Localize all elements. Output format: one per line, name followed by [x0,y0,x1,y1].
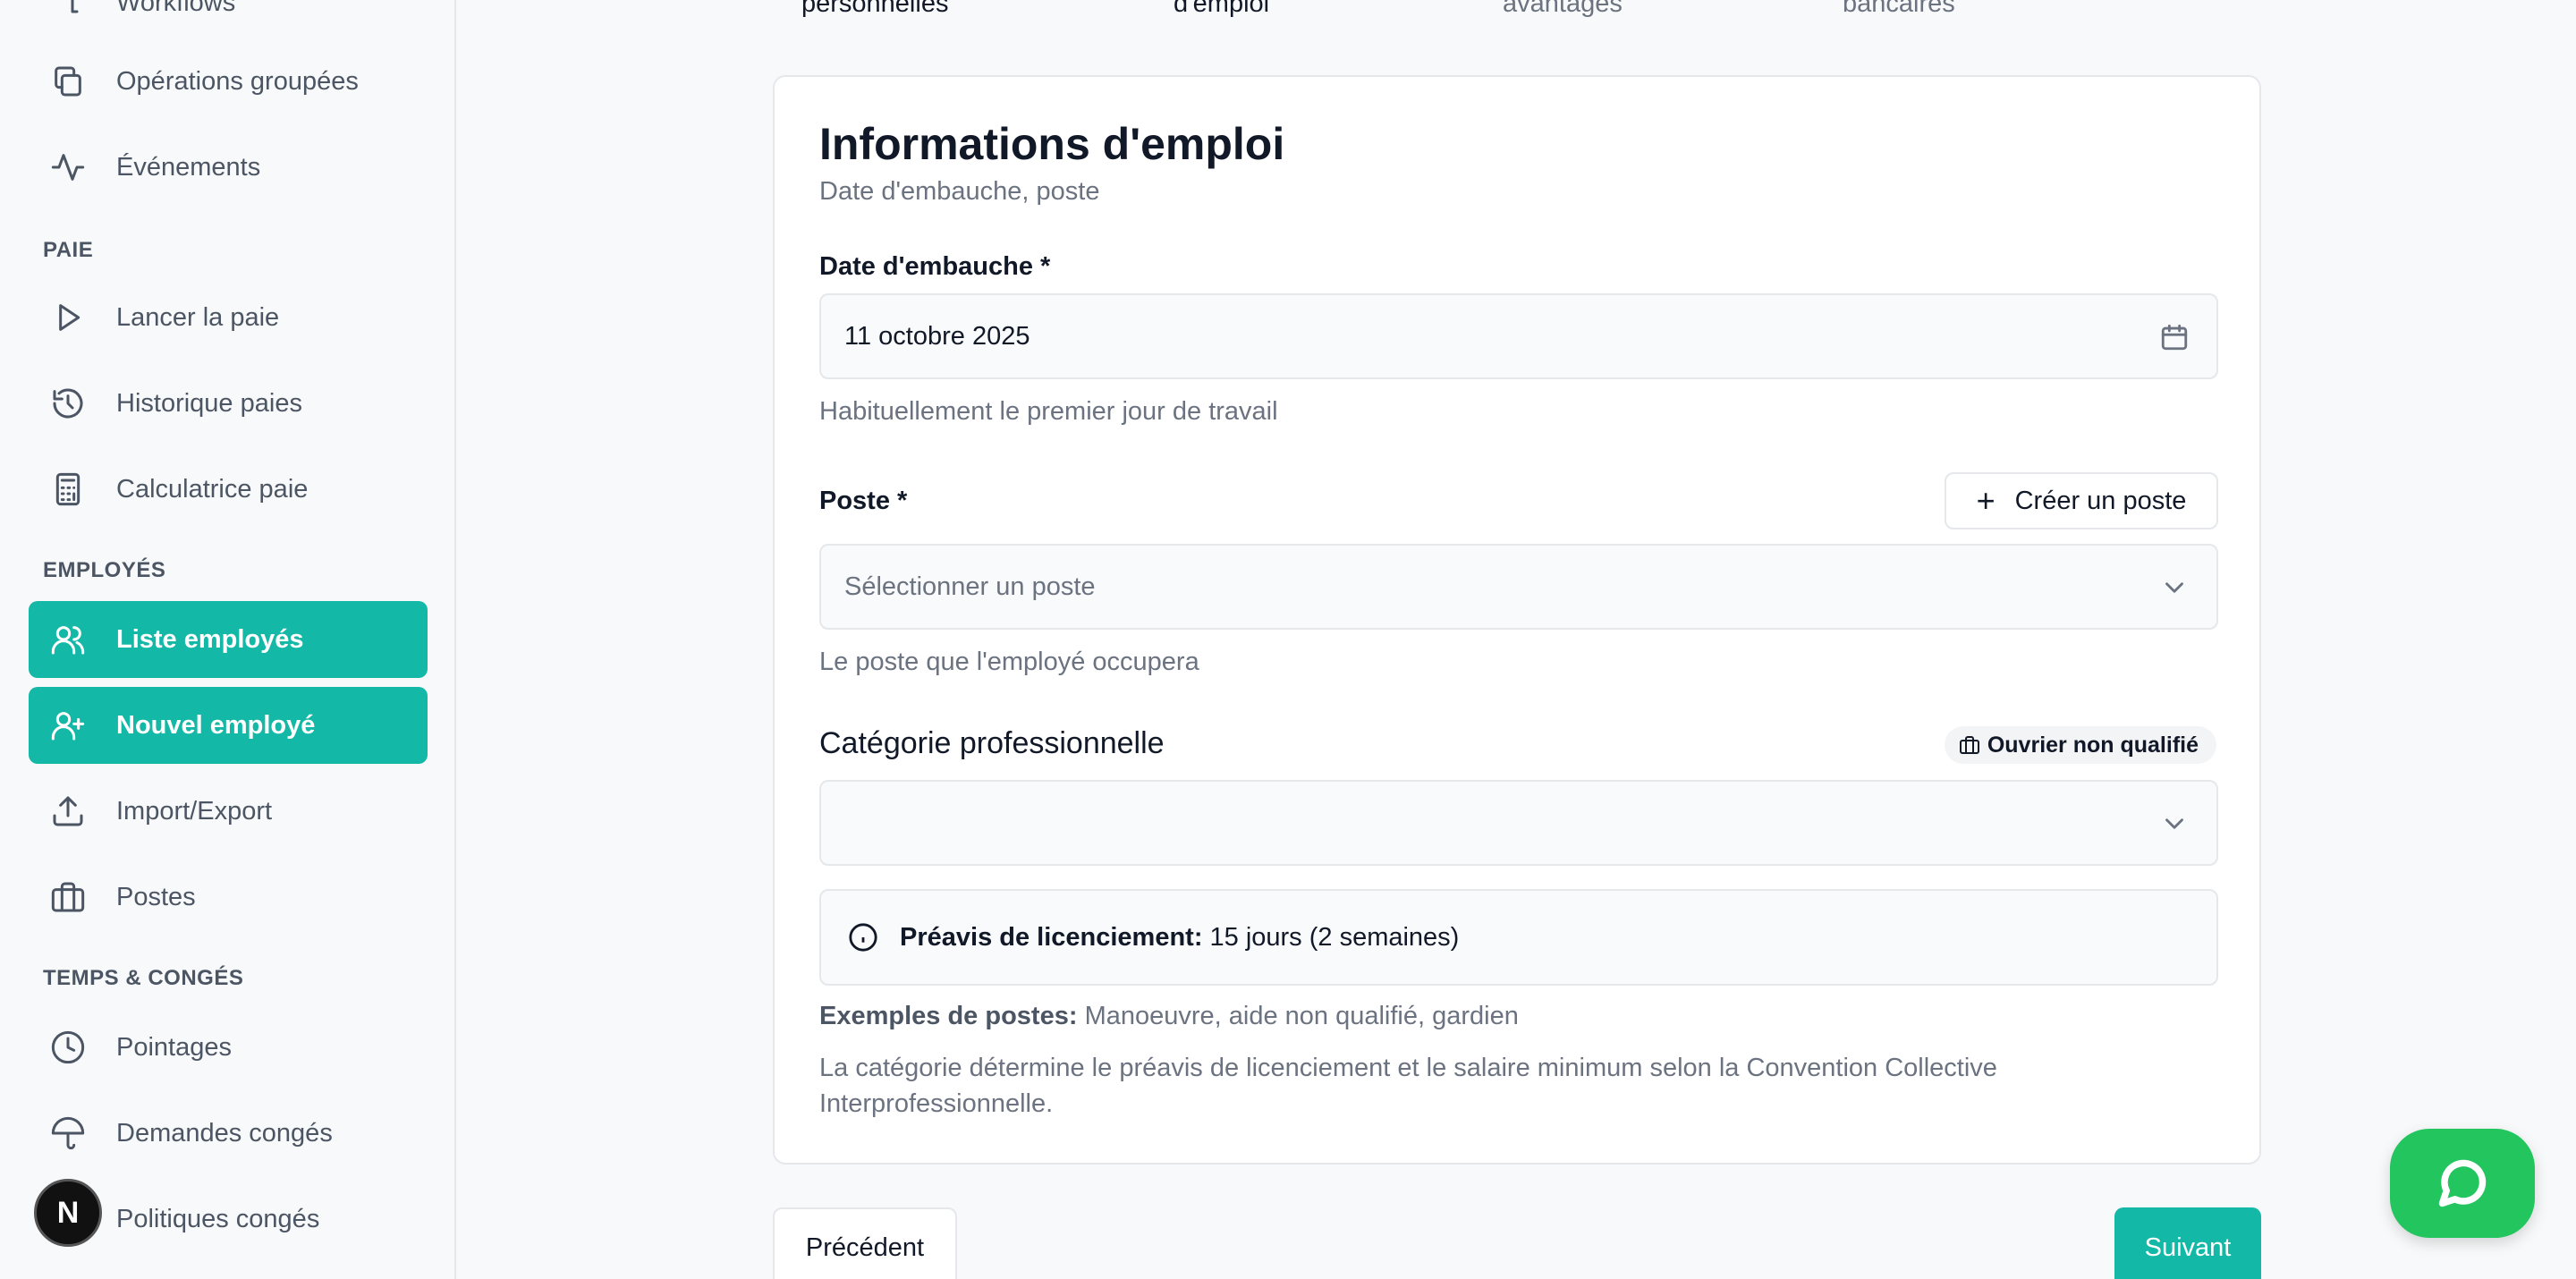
position-select[interactable]: Sélectionner un poste [819,544,2218,630]
sidebar-item-label: Demandes congés [116,1118,333,1148]
create-position-label: Créer un poste [2014,486,2187,515]
sidebar-item-evenements[interactable]: Événements [29,129,428,206]
sidebar-item-label: Import/Export [116,796,273,826]
sidebar-item-label: Politiques congés [116,1204,320,1233]
step-label-benefits[interactable]: avantages [1503,0,1623,19]
examples-value: Manoeuvre, aide non qualifié, gardien [1084,1002,1519,1030]
sidebar-item-pointages[interactable]: Pointages [29,1009,428,1086]
category-select[interactable] [819,780,2218,866]
notice-info-box: Préavis de licenciement: 15 jours (2 sem… [819,889,2218,986]
hire-date-help: Habituellement le premier jour de travai… [819,397,1278,426]
category-badge: Ouvrier non qualifié [1944,726,2216,764]
plus-icon: + [1976,482,1996,519]
section-title-paie: PAIE [43,238,94,262]
calculator-icon [50,471,86,507]
sidebar-item-workflows[interactable]: Workflows [29,0,428,41]
hire-date-label: Date d'embauche * [819,252,1051,281]
sidebar-item-postes[interactable]: Postes [29,859,428,936]
sidebar-item-liste-employes[interactable]: Liste employés [29,601,428,678]
examples-text: Exemples de postes: Manoeuvre, aide non … [819,1002,1519,1031]
sidebar-item-label: Workflows [116,0,236,17]
history-icon [50,385,86,421]
create-position-button[interactable]: + Créer un poste [1945,472,2218,529]
sidebar-item-label: Nouvel employé [116,710,316,740]
notice-label: Préavis de licenciement: [900,922,1203,952]
chevron-down-icon [2159,809,2190,839]
sidebar-item-label: Liste employés [116,624,304,654]
info-icon [849,923,877,952]
clock-icon [50,1029,86,1065]
workflow-icon [50,0,86,21]
users-icon [50,622,86,657]
sidebar-item-operations-groupees[interactable]: Opérations groupées [29,43,428,120]
sidebar-item-label: Calculatrice paie [116,474,309,504]
notice-value: 15 jours (2 semaines) [1209,922,1460,952]
upload-icon [50,793,86,829]
calendar-icon[interactable] [2159,322,2190,352]
sidebar-item-import-export[interactable]: Import/Export [29,773,428,850]
sidebar-item-label: Opérations groupées [116,66,359,96]
sidebar-item-nouvel-employe[interactable]: Nouvel employé [29,687,428,764]
user-plus-icon [50,707,86,743]
hire-date-input[interactable]: 11 octobre 2025 [819,293,2218,379]
umbrella-icon [50,1115,86,1151]
copy-icon [50,64,86,99]
section-title-temps-conges: TEMPS & CONGÉS [43,966,244,990]
sidebar: Workflows Opérations groupées Événements… [0,0,456,1279]
activity-icon [50,149,86,185]
step-label-personal[interactable]: personnelles [801,0,948,19]
sidebar-item-label: Lancer la paie [116,302,280,332]
briefcase-icon [50,879,86,915]
chevron-down-icon [2159,572,2190,603]
position-help: Le poste que l'employé occupera [819,648,1199,676]
previous-button[interactable]: Précédent [773,1207,957,1279]
chat-button[interactable] [2390,1129,2535,1238]
section-title-employes: EMPLOYÉS [43,558,166,582]
sidebar-item-label: Historique paies [116,388,302,418]
category-badge-label: Ouvrier non qualifié [1987,732,2199,758]
page-title: Informations d'emploi [819,119,1285,169]
category-description: La catégorie détermine le préavis de lic… [819,1054,1997,1118]
chat-icon [2438,1159,2487,1207]
position-label: Poste * [819,487,908,515]
sidebar-item-label: Événements [116,152,261,182]
avatar[interactable]: N [34,1179,102,1247]
sidebar-item-label: Postes [116,882,196,911]
step-label-bank[interactable]: bancaires [1843,0,1955,19]
sidebar-item-demandes-conges[interactable]: Demandes congés [29,1095,428,1172]
sidebar-item-historique-paies[interactable]: Historique paies [29,365,428,442]
category-label: Catégorie professionnelle [819,726,1165,760]
employment-info-card: Informations d'emploi Date d'embauche, p… [773,75,2261,1165]
examples-label: Exemples de postes: [819,1002,1078,1030]
card-subtitle: Date d'embauche, poste [819,177,1100,206]
sidebar-item-lancer-paie[interactable]: Lancer la paie [29,279,428,356]
position-placeholder: Sélectionner un poste [844,572,1096,601]
sidebar-item-calculatrice-paie[interactable]: Calculatrice paie [29,451,428,528]
next-button[interactable]: Suivant [2114,1207,2261,1279]
play-icon [50,300,86,335]
briefcase-icon [1959,736,1979,754]
step-label-employment[interactable]: d'emploi [1174,0,1269,19]
sidebar-item-label: Pointages [116,1032,232,1062]
hire-date-value: 11 octobre 2025 [844,321,1030,351]
